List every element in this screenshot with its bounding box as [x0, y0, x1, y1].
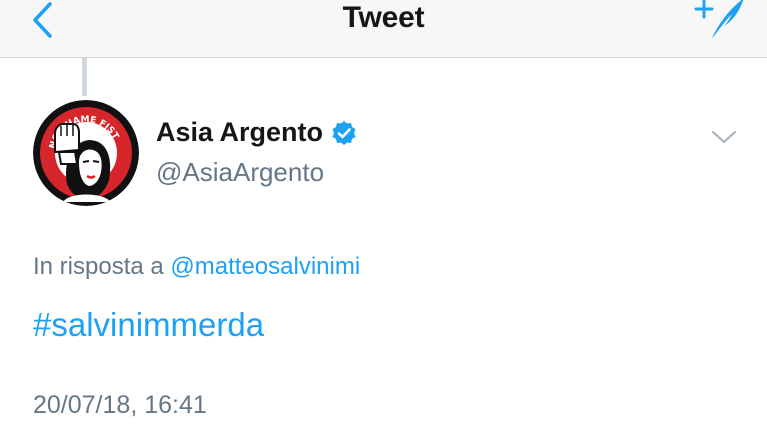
author-name-row[interactable]: Asia Argento — [156, 117, 357, 148]
author-handle[interactable]: @AsiaArgento — [156, 157, 324, 188]
tweet-timestamp: 20/07/18, 16:41 — [33, 391, 207, 419]
compose-tweet-icon — [694, 0, 744, 38]
navigation-bar: Tweet — [0, 0, 767, 58]
tweet-hashtag-link[interactable]: #salvinimmerda — [33, 306, 264, 344]
chevron-down-icon — [711, 130, 737, 144]
reply-context: In risposta a @matteosalvinimi — [33, 253, 360, 281]
tweet-detail-screen: Tweet NO SHAME FIST — [0, 0, 767, 431]
reply-mention-link[interactable]: @matteosalvinimi — [170, 253, 360, 280]
tweet-options-button[interactable] — [706, 124, 742, 150]
thread-connector-line — [82, 58, 87, 96]
reply-prefix: In risposta a — [33, 253, 164, 280]
avatar-image: NO SHAME FIST — [33, 100, 139, 206]
author-display-name[interactable]: Asia Argento — [156, 117, 323, 148]
avatar[interactable]: NO SHAME FIST — [33, 100, 139, 206]
verified-badge-icon — [332, 120, 356, 145]
page-title: Tweet — [342, 1, 425, 34]
compose-tweet-button[interactable] — [689, 0, 749, 40]
